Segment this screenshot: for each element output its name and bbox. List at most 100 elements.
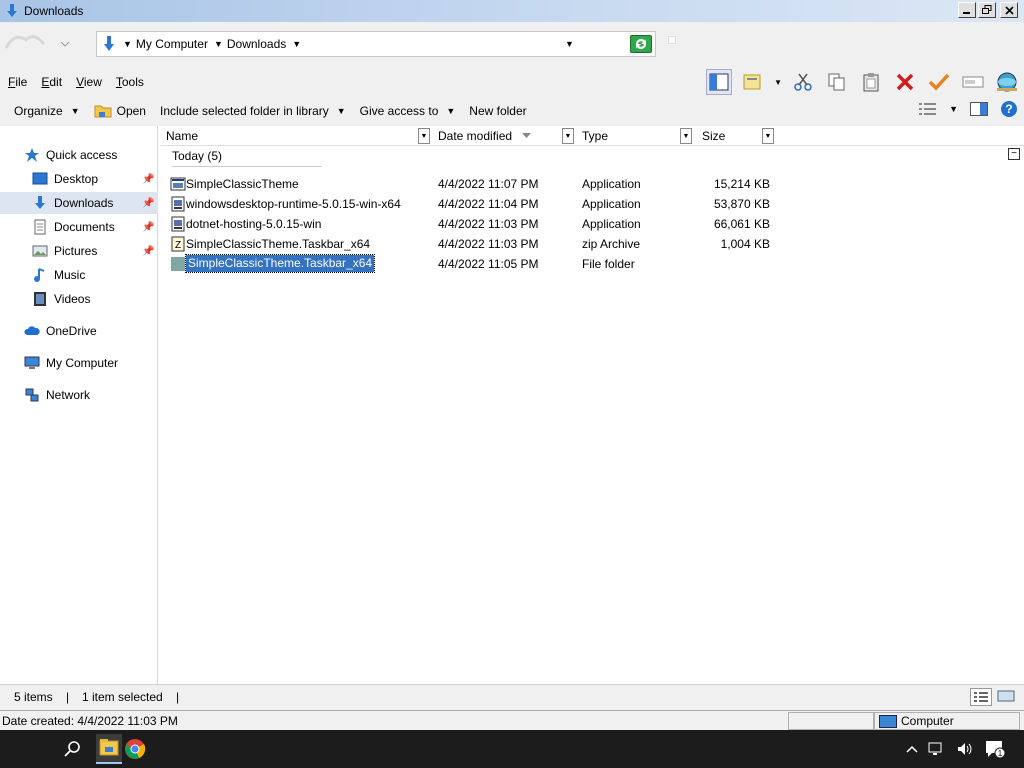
nav-downloads[interactable]: Downloads 📌 [0,192,158,214]
nav-desktop[interactable]: Desktop 📌 [0,168,158,190]
column-date-dropdown[interactable]: ▼ [562,128,574,144]
breadcrumb-downloads[interactable]: Downloads [227,37,286,51]
close-button[interactable] [1000,2,1018,18]
search-icon[interactable] [64,740,82,758]
nav-documents[interactable]: Documents 📌 [0,216,158,238]
menu-edit[interactable]: Edit [41,75,62,89]
chevron-up-icon[interactable] [906,745,918,753]
preview-pane-icon[interactable] [970,102,988,116]
large-icons-view-button[interactable] [996,688,1018,706]
volume-icon[interactable] [956,741,974,757]
column-size-dropdown[interactable]: ▼ [762,128,774,144]
paste-button[interactable] [858,69,884,95]
open-button[interactable]: Open [94,103,146,119]
pin-icon[interactable]: 📌 [142,222,154,233]
group-header[interactable]: Today (5) − [160,146,1024,168]
selection-count: 1 item selected [82,690,163,704]
nav-quick-access[interactable]: Quick access [0,144,158,166]
chevron-down-icon[interactable]: ▼ [292,39,301,49]
search-box[interactable] [668,36,676,44]
notifications-icon[interactable]: 1 [984,739,1006,759]
minimize-icon [963,12,970,14]
details-view-button[interactable] [970,688,992,706]
cloud-icon [24,326,40,335]
start-icon[interactable] [14,740,32,758]
column-type-dropdown[interactable]: ▼ [680,128,692,144]
include-in-library-button[interactable]: Include selected folder in library ▼ [160,104,346,118]
chevron-down-icon[interactable]: ▼ [949,104,958,114]
menu-view[interactable]: View [76,75,102,89]
address-history-dropdown[interactable]: ▼ [565,39,574,49]
refresh-icon [636,39,646,49]
column-header: Name ▼ Date modified ▼ Type ▼ Size ▼ [160,126,1024,146]
new-folder-button[interactable]: New folder [469,104,526,118]
chevron-down-icon[interactable]: ▼ [214,39,223,49]
svg-text:?: ? [1005,102,1012,116]
minimize-button[interactable] [958,2,976,18]
restore-button[interactable] [978,2,996,18]
menu-tools[interactable]: Tools [116,75,144,89]
column-date-modified[interactable]: Date modified [432,126,562,146]
view-options-icon[interactable] [919,102,937,116]
nav-my-computer[interactable]: My Computer [0,352,158,374]
column-type[interactable]: Type [576,126,676,146]
globe-icon [997,72,1017,92]
copy-button[interactable] [824,69,850,95]
chevron-down-icon: ▼ [446,106,456,116]
taskbar-file-explorer[interactable] [96,734,122,764]
folder-icon [171,257,185,271]
cut-button[interactable] [790,69,816,95]
file-row-selected[interactable]: SimpleClassicTheme.Taskbar_x64 4/4/2022 … [160,254,1024,274]
preview-pane-button[interactable] [706,69,733,95]
nav-music[interactable]: Music [0,264,158,286]
group-divider [172,166,322,167]
title-bar: Downloads [0,0,1024,22]
chevron-down-icon: ▼ [70,106,80,116]
file-row[interactable]: SimpleClassicTheme 4/4/2022 11:07 PM App… [160,174,1024,194]
menu-file[interactable]: File [8,75,27,89]
pin-icon[interactable]: 📌 [142,198,154,209]
back-forward-icon[interactable] [4,30,60,56]
rename-icon [962,76,984,88]
network-icon [25,388,39,402]
chevron-down-icon[interactable]: ▼ [774,78,782,87]
nav-network[interactable]: Network [0,384,158,406]
file-row[interactable]: Z SimpleClassicTheme.Taskbar_x64 4/4/202… [160,234,1024,254]
nav-onedrive[interactable]: OneDrive [0,320,158,342]
folders-button[interactable] [740,69,766,95]
nav-videos[interactable]: Videos [0,288,158,310]
downloads-icon [7,4,17,17]
file-row[interactable]: dotnet-hosting-5.0.15-win 4/4/2022 11:03… [160,214,1024,234]
restore-icon [982,5,992,14]
nav-pictures[interactable]: Pictures 📌 [0,240,158,262]
star-icon [25,148,39,162]
videos-icon [34,292,46,306]
status-separator: | [176,690,180,704]
column-name-dropdown[interactable]: ▼ [418,128,430,144]
item-count: 5 items [14,690,53,704]
chevron-down-icon[interactable]: ▼ [123,39,132,49]
file-row[interactable]: windowsdesktop-runtime-5.0.15-win-x64 4/… [160,194,1024,214]
rename-button[interactable] [960,69,986,95]
address-bar[interactable]: ▼ My Computer ▼ Downloads ▼ ▼ [96,31,656,57]
properties-button[interactable] [926,69,952,95]
give-access-button[interactable]: Give access to ▼ [360,104,456,118]
network-icon[interactable] [928,741,946,757]
delete-button[interactable] [892,69,918,95]
refresh-button[interactable] [630,35,652,53]
globe-button[interactable] [994,69,1020,95]
breadcrumb-my-computer[interactable]: My Computer [136,37,208,51]
system-tray: 1 [906,730,1024,768]
scissors-icon [794,73,812,91]
organize-button[interactable]: Organize ▼ [14,104,80,118]
column-name[interactable]: Name [160,126,430,146]
column-size[interactable]: Size [696,126,756,146]
recent-dropdown-icon[interactable] [60,41,70,47]
pin-icon[interactable]: 📌 [142,246,154,257]
status-separator: | [66,690,70,704]
pin-icon[interactable]: 📌 [142,174,154,185]
help-icon[interactable]: ? [1000,100,1018,118]
chrome-icon[interactable] [124,738,146,760]
navigation-pane: Quick access Desktop 📌 Downloads 📌 Docum… [0,126,158,684]
collapse-group-button[interactable]: − [1008,148,1020,160]
